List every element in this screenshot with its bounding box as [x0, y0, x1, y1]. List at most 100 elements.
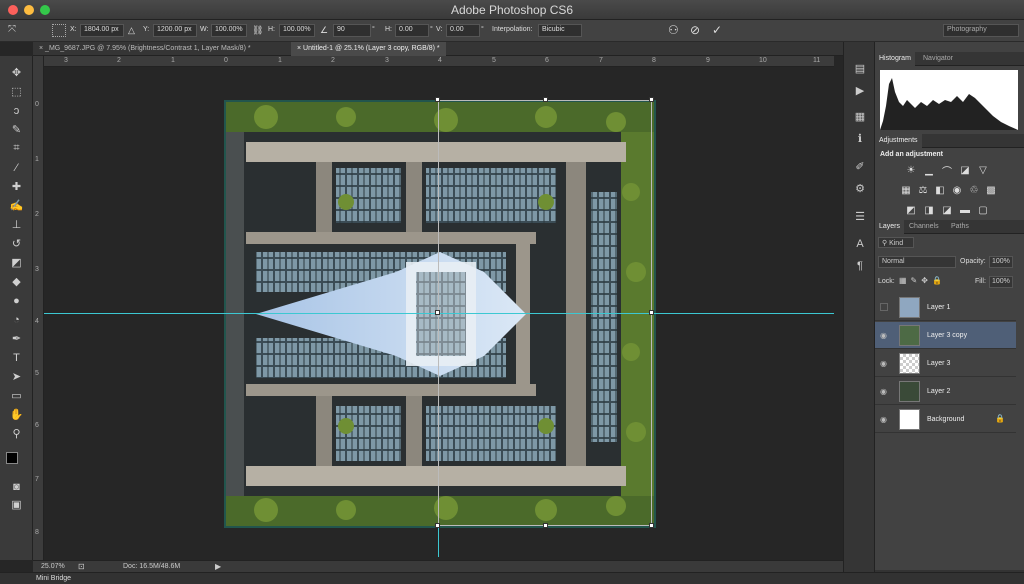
layer-row[interactable]: ◉ Layer 2 [875, 378, 1016, 405]
transform-handle[interactable] [543, 97, 548, 102]
eye-icon[interactable]: ◉ [880, 331, 887, 340]
eye-icon[interactable]: ◉ [880, 359, 887, 368]
transform-handle[interactable] [649, 523, 654, 528]
eraser-icon[interactable]: ◩ [8, 254, 25, 271]
dodge-icon[interactable]: ◔ [8, 311, 25, 328]
transform-handle[interactable] [649, 310, 654, 315]
fill-field[interactable]: 100% [989, 276, 1013, 288]
color-lookup-icon[interactable]: ▩ [985, 184, 997, 196]
eye-icon[interactable]: ◉ [880, 387, 887, 396]
workspace-select[interactable]: Photography [943, 24, 1019, 37]
gradient-icon[interactable]: ◆ [8, 273, 25, 290]
h-field[interactable]: 100.00% [279, 24, 315, 37]
move-icon[interactable]: ✥ [8, 64, 25, 81]
y-field[interactable]: 1200.00 px [153, 24, 197, 37]
color-balance-icon[interactable]: ⚖ [917, 184, 929, 196]
quick-select-icon[interactable]: ✎ [8, 121, 25, 138]
transform-handle[interactable] [435, 523, 440, 528]
foreground-color-swatch[interactable] [6, 452, 18, 464]
hskew-field[interactable]: 0.00 [395, 24, 429, 37]
layer-row[interactable]: ◉ Background 🔒 [875, 406, 1016, 433]
history-icon[interactable]: ▤ [852, 60, 868, 76]
zoom-level[interactable]: 25.07% [41, 563, 65, 570]
interpolation-select[interactable]: Bicubic [538, 24, 582, 37]
transform-handle[interactable] [649, 97, 654, 102]
tab-histogram[interactable]: Histogram [875, 52, 915, 66]
cancel-transform-icon[interactable]: ⊘ [690, 23, 700, 37]
layer-comps-icon[interactable]: ☰ [852, 208, 868, 224]
path-select-icon[interactable]: ➤ [8, 368, 25, 385]
tab-adjustments[interactable]: Adjustments [875, 134, 922, 148]
tab-layers[interactable]: Layers [875, 220, 905, 234]
healing-icon[interactable]: ✚ [8, 178, 25, 195]
eyedropper-icon[interactable]: ⁄ [8, 159, 25, 176]
tab-navigator[interactable]: Navigator [919, 52, 957, 66]
shape-icon[interactable]: ▭ [8, 387, 25, 404]
gradient-map-icon[interactable]: ▬ [959, 204, 971, 216]
invert-icon[interactable]: ◩ [905, 204, 917, 216]
screen-mode-icon[interactable]: ▣ [8, 496, 25, 513]
crop-icon[interactable]: ⌗ [8, 140, 25, 157]
status-menu-arrow-icon[interactable]: ▶ [215, 562, 221, 571]
commit-transform-icon[interactable]: ✓ [712, 23, 722, 37]
layer-row[interactable]: ◉ Layer 3 [875, 350, 1016, 377]
transform-handle[interactable] [435, 97, 440, 102]
paragraph-icon[interactable]: ¶ [852, 258, 868, 274]
zoom-icon[interactable]: ⚲ [8, 425, 25, 442]
history-brush-icon[interactable]: ↺ [8, 235, 25, 252]
info-icon[interactable]: ℹ [852, 130, 868, 146]
hand-icon[interactable]: ✋ [8, 406, 25, 423]
tab-mg-9687[interactable]: × _MG_9687.JPG @ 7.95% (Brightness/Contr… [33, 42, 257, 56]
threshold-icon[interactable]: ◪ [941, 204, 953, 216]
eye-icon[interactable]: ◉ [880, 415, 887, 424]
blur-icon[interactable]: ● [8, 292, 25, 309]
w-field[interactable]: 100.00% [211, 24, 247, 37]
layer-kind-filter[interactable]: ⚲ Kind [878, 237, 914, 248]
type-icon[interactable]: T [8, 349, 25, 366]
delta-icon[interactable]: △ [128, 25, 135, 36]
vskew-field[interactable]: 0.00 [446, 24, 480, 37]
layer-row[interactable]: Layer 1 [875, 294, 1016, 321]
curves-icon[interactable]: ⌒ [941, 164, 953, 178]
character-icon[interactable]: A [852, 236, 868, 252]
layer-row-selected[interactable]: ◉ Layer 3 copy [875, 322, 1016, 349]
brightness-icon[interactable]: ☀ [905, 164, 917, 176]
transform-handle[interactable] [543, 523, 548, 528]
horizontal-ruler[interactable]: 3 2 1 0 1 2 3 4 5 6 7 8 9 10 11 [44, 56, 834, 67]
tool-preset-icon[interactable]: ⚙ [852, 180, 868, 196]
selective-color-icon[interactable]: ▢ [977, 204, 989, 216]
mini-bridge-tab[interactable]: Mini Bridge [36, 575, 71, 582]
lasso-icon[interactable]: ↄ [8, 102, 25, 119]
actions-play-icon[interactable]: ▶ [852, 82, 868, 98]
transform-tool-icon[interactable]: ⤧ [8, 24, 16, 35]
stamp-icon[interactable]: ⊥ [8, 216, 25, 233]
reference-point-icon[interactable] [52, 24, 66, 37]
blend-mode-select[interactable]: Normal [878, 256, 956, 268]
angle-field[interactable]: 90 [333, 24, 371, 37]
lock-icons[interactable]: ▦✎✥🔒 [899, 276, 946, 285]
vibrance-icon[interactable]: ▽ [977, 164, 989, 176]
transform-handle[interactable] [435, 310, 440, 315]
brush-preset-icon[interactable]: ✐ [852, 158, 868, 174]
tab-paths[interactable]: Paths [947, 220, 973, 234]
pen-icon[interactable]: ✒ [8, 330, 25, 347]
link-icon[interactable]: ⛓ [252, 25, 263, 36]
quick-mask-icon[interactable]: ◙ [8, 478, 25, 495]
hue-saturation-icon[interactable]: ▦ [900, 184, 912, 196]
black-white-icon[interactable]: ◧ [934, 184, 946, 196]
levels-icon[interactable]: ▁ [923, 164, 935, 176]
posterize-icon[interactable]: ◨ [923, 204, 935, 216]
transform-bounding-box[interactable] [438, 100, 652, 526]
vertical-ruler[interactable]: 0 1 2 3 4 5 6 7 8 [33, 56, 44, 560]
exposure-icon[interactable]: ◪ [959, 164, 971, 176]
opacity-field[interactable]: 100% [989, 256, 1013, 268]
warp-icon[interactable]: ⚇ [668, 23, 679, 37]
visibility-toggle-off[interactable] [880, 303, 888, 311]
x-field[interactable]: 1804.00 px [80, 24, 124, 37]
brush-icon[interactable]: ✍ [8, 197, 25, 214]
tab-untitled-1[interactable]: × Untitled-1 @ 25.1% (Layer 3 copy, RGB/… [291, 42, 446, 56]
tab-channels[interactable]: Channels [905, 220, 943, 234]
swatches-icon[interactable]: ▦ [852, 108, 868, 124]
canvas-area[interactable] [44, 67, 834, 560]
status-info-icon[interactable]: ⊡ [78, 562, 85, 571]
